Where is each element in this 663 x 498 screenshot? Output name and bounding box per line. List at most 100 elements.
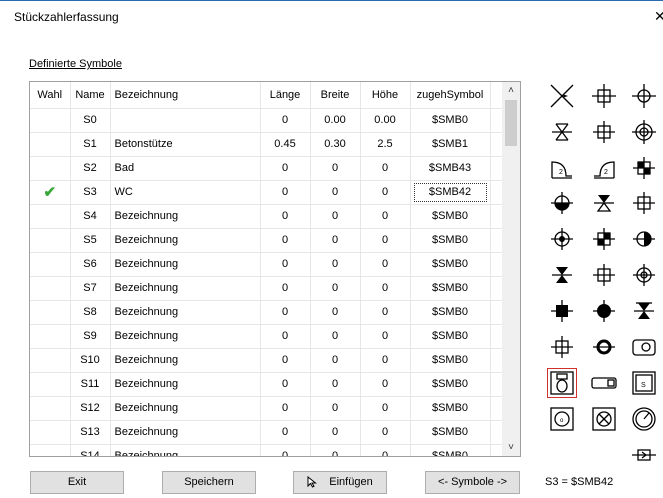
name-cell[interactable]: S9 bbox=[70, 324, 111, 349]
hoehe-cell[interactable]: 0.00 bbox=[360, 108, 411, 133]
laenge-cell[interactable]: 0 bbox=[260, 396, 311, 421]
square-outline-icon[interactable] bbox=[590, 261, 618, 289]
hoehe-cell[interactable]: 0 bbox=[360, 156, 411, 181]
table-scrollbar[interactable]: ˄ ˅ bbox=[502, 82, 520, 456]
name-cell[interactable]: S4 bbox=[70, 204, 111, 229]
wahl-cell[interactable] bbox=[30, 372, 71, 397]
bezeichnung-cell[interactable]: Bezeichnung bbox=[110, 204, 261, 229]
header-breite[interactable]: Breite bbox=[310, 82, 361, 109]
crosshair-square-icon[interactable] bbox=[590, 82, 618, 110]
wahl-cell[interactable] bbox=[30, 324, 71, 349]
hoehe-cell[interactable]: 0 bbox=[360, 228, 411, 253]
close-icon[interactable]: ✕ bbox=[654, 8, 663, 25]
table-row[interactable]: S5 Bezeichnung 0 0 0 $SMB0 bbox=[30, 228, 504, 253]
symbol-cell[interactable]: $SMB42 bbox=[410, 180, 491, 205]
target-circle-icon[interactable] bbox=[630, 118, 658, 146]
header-bezeichnung[interactable]: Bezeichnung bbox=[110, 82, 261, 109]
name-cell[interactable]: S2 bbox=[70, 156, 111, 181]
header-laenge[interactable]: Länge bbox=[260, 82, 311, 109]
breite-cell[interactable]: 0.30 bbox=[310, 132, 361, 157]
header-wahl[interactable]: Wahl bbox=[30, 82, 71, 109]
symbol-cell[interactable]: $SMB0 bbox=[410, 324, 491, 349]
bezeichnung-cell[interactable]: Bezeichnung bbox=[110, 348, 261, 373]
filled-square-icon[interactable] bbox=[548, 297, 576, 325]
wahl-cell[interactable] bbox=[30, 396, 71, 421]
circle-ring-icon[interactable] bbox=[630, 261, 658, 289]
name-cell[interactable]: S13 bbox=[70, 420, 111, 445]
gauge-icon[interactable] bbox=[630, 405, 658, 433]
wahl-cell[interactable] bbox=[30, 348, 71, 373]
header-symbol[interactable]: zugehSymbol bbox=[410, 82, 491, 109]
hoehe-cell[interactable]: 0 bbox=[360, 444, 411, 456]
wahl-cell[interactable] bbox=[30, 156, 71, 181]
table-row[interactable]: S13 Bezeichnung 0 0 0 $SMB0 bbox=[30, 420, 504, 445]
valve-x-icon[interactable] bbox=[548, 118, 576, 146]
symbol-cell[interactable]: $SMB0 bbox=[410, 372, 491, 397]
insert-button[interactable]: Einfügen bbox=[293, 471, 387, 494]
arc-door-right-icon[interactable]: 2 bbox=[590, 154, 618, 182]
bezeichnung-cell[interactable]: Bezeichnung bbox=[110, 396, 261, 421]
wahl-cell[interactable] bbox=[30, 276, 71, 301]
shower-rect-icon[interactable] bbox=[590, 369, 618, 397]
wahl-cell[interactable] bbox=[30, 228, 71, 253]
name-cell[interactable]: S12 bbox=[70, 396, 111, 421]
table-row[interactable]: S4 Bezeichnung 0 0 0 $SMB0 bbox=[30, 204, 504, 229]
hoehe-cell[interactable]: 0 bbox=[360, 276, 411, 301]
table-row[interactable]: S11 Bezeichnung 0 0 0 $SMB0 bbox=[30, 372, 504, 397]
table-row[interactable]: S0 0 0.00 0.00 $SMB0 bbox=[30, 108, 504, 133]
breite-cell[interactable]: 0 bbox=[310, 372, 361, 397]
hoehe-cell[interactable]: 0 bbox=[360, 252, 411, 277]
ring-bold-icon[interactable] bbox=[590, 333, 618, 361]
wahl-cell[interactable] bbox=[30, 252, 71, 277]
valve-bowtie-icon[interactable] bbox=[548, 261, 576, 289]
table-row[interactable]: S6 Bezeichnung 0 0 0 $SMB0 bbox=[30, 252, 504, 277]
wahl-cell[interactable]: ✔ bbox=[30, 180, 71, 205]
hoehe-cell[interactable]: 0 bbox=[360, 300, 411, 325]
washing-machine-icon[interactable]: o bbox=[548, 405, 576, 433]
breite-cell[interactable]: 0 bbox=[310, 420, 361, 445]
laenge-cell[interactable]: 0 bbox=[260, 228, 311, 253]
sink-square-icon[interactable]: S bbox=[630, 369, 658, 397]
bezeichnung-cell[interactable]: Bezeichnung bbox=[110, 444, 261, 456]
table-row[interactable]: S2 Bad 0 0 0 $SMB43 bbox=[30, 156, 504, 181]
breite-cell[interactable]: 0 bbox=[310, 276, 361, 301]
hoehe-cell[interactable]: 0 bbox=[360, 348, 411, 373]
breite-cell[interactable]: 0 bbox=[310, 324, 361, 349]
name-cell[interactable]: S3 bbox=[70, 180, 111, 205]
circle-split-icon[interactable] bbox=[630, 225, 658, 253]
symbol-cell[interactable]: $SMB0 bbox=[410, 348, 491, 373]
table-row[interactable]: S12 Bezeichnung 0 0 0 $SMB0 bbox=[30, 396, 504, 421]
symbol-cell[interactable]: $SMB0 bbox=[410, 276, 491, 301]
bezeichnung-cell[interactable] bbox=[110, 108, 261, 133]
table-row[interactable]: S9 Bezeichnung 0 0 0 $SMB0 bbox=[30, 324, 504, 349]
breite-cell[interactable]: 0.00 bbox=[310, 108, 361, 133]
breite-cell[interactable]: 0 bbox=[310, 156, 361, 181]
laenge-cell[interactable]: 0 bbox=[260, 252, 311, 277]
header-name[interactable]: Name bbox=[70, 82, 111, 109]
symbol-cell[interactable]: $SMB0 bbox=[410, 300, 491, 325]
wc-toilet-icon[interactable] bbox=[547, 368, 577, 398]
bezeichnung-cell[interactable]: Bezeichnung bbox=[110, 372, 261, 397]
scroll-thumb[interactable] bbox=[505, 100, 517, 146]
symbol-cell[interactable]: $SMB43 bbox=[410, 156, 491, 181]
hoehe-cell[interactable]: 0 bbox=[360, 204, 411, 229]
name-cell[interactable]: S7 bbox=[70, 276, 111, 301]
breite-cell[interactable]: 0 bbox=[310, 228, 361, 253]
quadrant-square-icon[interactable] bbox=[630, 154, 658, 182]
symbol-cell[interactable]: $SMB1 bbox=[410, 132, 491, 157]
symbol-cell[interactable]: $SMB0 bbox=[410, 420, 491, 445]
symbol-cell[interactable]: $SMB0 bbox=[410, 444, 491, 456]
bezeichnung-cell[interactable]: Bezeichnung bbox=[110, 300, 261, 325]
breite-cell[interactable]: 0 bbox=[310, 300, 361, 325]
laenge-cell[interactable]: 0.45 bbox=[260, 132, 311, 157]
symbol-cell[interactable]: $SMB0 bbox=[410, 108, 491, 133]
laenge-cell[interactable]: 0 bbox=[260, 300, 311, 325]
table-row[interactable]: ✔ S3 WC 0 0 0 $SMB42 bbox=[30, 180, 504, 205]
laenge-cell[interactable]: 0 bbox=[260, 324, 311, 349]
symbol-cell[interactable]: $SMB0 bbox=[410, 228, 491, 253]
filled-circle-icon[interactable] bbox=[590, 297, 618, 325]
laenge-cell[interactable]: 0 bbox=[260, 372, 311, 397]
hoehe-cell[interactable]: 0 bbox=[360, 324, 411, 349]
laenge-cell[interactable]: 0 bbox=[260, 444, 311, 456]
valve-triangle-icon[interactable] bbox=[590, 189, 618, 217]
